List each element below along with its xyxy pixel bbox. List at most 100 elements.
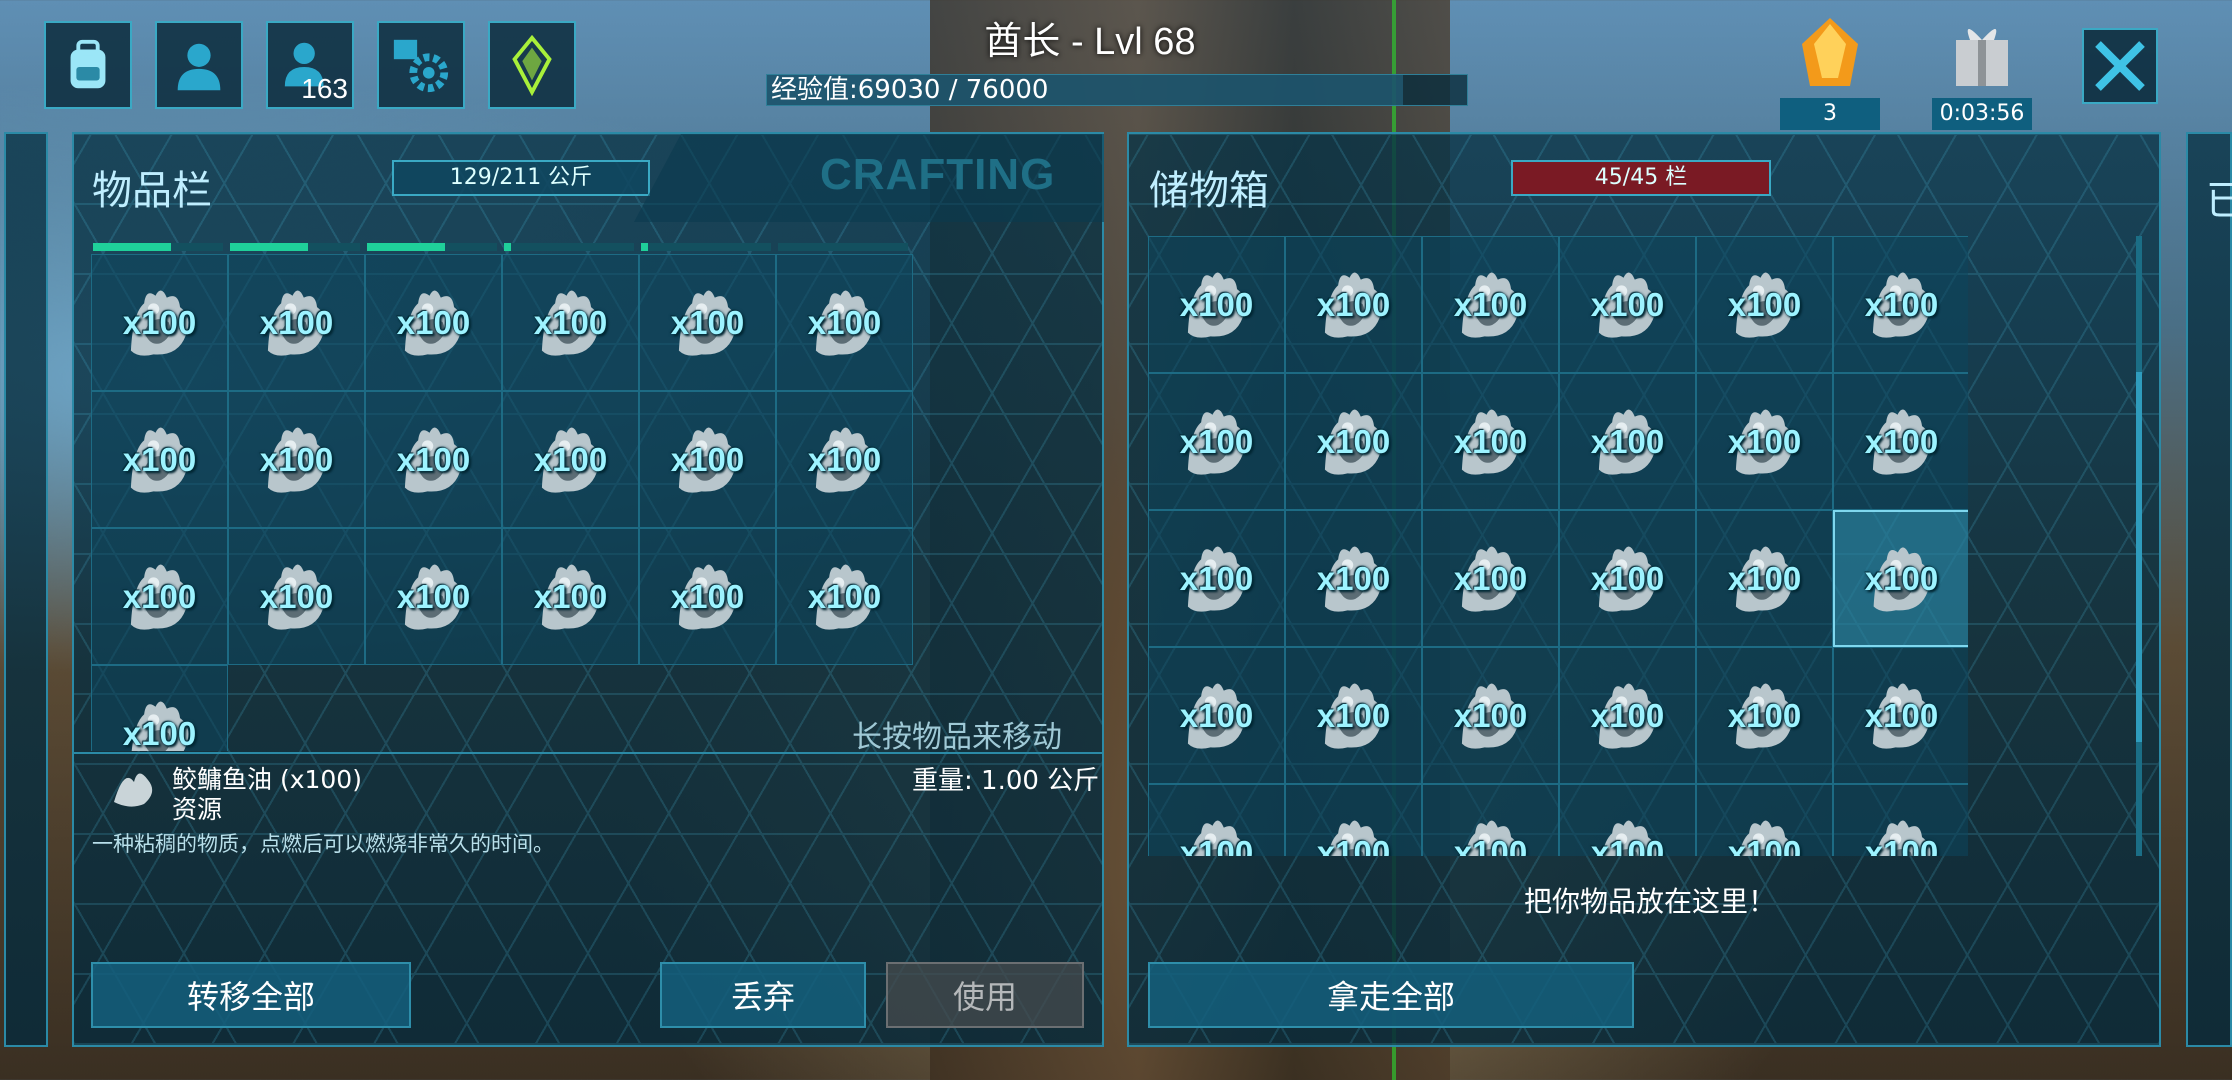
move-hint: 长按物品来移动 bbox=[852, 720, 1062, 755]
item-slot[interactable]: x100 bbox=[365, 391, 502, 528]
item-quantity: x100 bbox=[396, 303, 471, 341]
item-slot[interactable]: x100 bbox=[1696, 784, 1833, 856]
item-slot[interactable]: x100 bbox=[1148, 236, 1285, 373]
durability-fill bbox=[504, 243, 511, 251]
use-button[interactable]: 使用 bbox=[886, 962, 1084, 1028]
item-slot[interactable]: x100 bbox=[1422, 510, 1559, 647]
item-slot[interactable]: x100 bbox=[1559, 373, 1696, 510]
item-quantity: x100 bbox=[533, 303, 608, 341]
item-description: 一种粘稠的物质，点燃后可以燃烧非常久的时间。 bbox=[92, 832, 554, 856]
weight-text: 129/211 公斤 bbox=[449, 165, 593, 190]
item-slot[interactable]: x100 bbox=[1422, 236, 1559, 373]
drop-button[interactable]: 丢弃 bbox=[660, 962, 866, 1028]
item-slot[interactable]: x100 bbox=[1422, 373, 1559, 510]
person-icon bbox=[177, 43, 221, 91]
item-slot[interactable]: x100 bbox=[1148, 373, 1285, 510]
item-slot[interactable]: x100 bbox=[1559, 510, 1696, 647]
storage-scrollbar[interactable] bbox=[2136, 236, 2142, 856]
item-slot[interactable]: x100 bbox=[1285, 373, 1422, 510]
item-slot[interactable]: x100 bbox=[502, 254, 639, 391]
item-slot[interactable]: x100 bbox=[1696, 510, 1833, 647]
item-quantity: x100 bbox=[1179, 422, 1254, 460]
inventory-grid: x100 x100 x100 x100 x100 x100 x100 x100 x100 x100… bbox=[91, 254, 913, 751]
element-count: 3 bbox=[1780, 98, 1880, 130]
storage-grid[interactable]: x100 x100 x100 x100 x100 x100 x100 x100 x100 x100… bbox=[1148, 236, 1968, 856]
item-slot[interactable]: x100 bbox=[228, 391, 365, 528]
crafting-tab-label[interactable]: CRAFTING bbox=[820, 150, 1055, 200]
left-side-panel bbox=[4, 132, 48, 1047]
item-slot[interactable]: x100 bbox=[1148, 510, 1285, 647]
item-quantity: x100 bbox=[1727, 559, 1802, 597]
item-quantity: x100 bbox=[670, 577, 745, 615]
item-slot[interactable]: x100 bbox=[639, 528, 776, 665]
item-slot[interactable]: x100 bbox=[1559, 647, 1696, 784]
durability-fill bbox=[93, 243, 171, 251]
item-slot[interactable]: x100 bbox=[91, 528, 228, 665]
inventory-backpack-button[interactable] bbox=[44, 21, 132, 109]
item-slot[interactable]: x100 bbox=[502, 391, 639, 528]
item-slot[interactable]: x100 bbox=[1285, 236, 1422, 373]
item-slot[interactable]: x100 bbox=[1559, 784, 1696, 856]
item-quantity: x100 bbox=[670, 303, 745, 341]
item-slot[interactable]: x100 bbox=[1148, 647, 1285, 784]
durability-bar bbox=[641, 243, 771, 251]
item-slot[interactable]: x100 bbox=[776, 391, 913, 528]
item-slot[interactable]: x100 bbox=[91, 391, 228, 528]
item-quantity: x100 bbox=[259, 577, 334, 615]
durability-bar bbox=[504, 243, 634, 251]
storage-title: 储物箱 bbox=[1149, 168, 1269, 214]
take-all-button[interactable]: 拿走全部 bbox=[1148, 962, 1634, 1028]
item-slot[interactable]: x100 bbox=[1148, 784, 1285, 856]
item-quantity: x100 bbox=[1864, 422, 1939, 460]
item-quantity: x100 bbox=[122, 440, 197, 478]
item-quantity: x100 bbox=[807, 303, 882, 341]
item-slot[interactable]: x100 bbox=[1285, 647, 1422, 784]
item-slot[interactable]: x100 bbox=[639, 254, 776, 391]
item-slot[interactable]: x100 bbox=[1696, 236, 1833, 373]
item-slot[interactable]: x100 bbox=[639, 391, 776, 528]
item-slot[interactable]: x100 bbox=[228, 254, 365, 391]
item-slot[interactable]: x100 bbox=[228, 528, 365, 665]
item-quantity: x100 bbox=[670, 440, 745, 478]
item-slot[interactable]: x100 bbox=[1833, 510, 1968, 647]
settings-button[interactable] bbox=[377, 21, 465, 109]
item-slot[interactable]: x100 bbox=[1285, 510, 1422, 647]
item-quantity: x100 bbox=[807, 577, 882, 615]
item-quantity: x100 bbox=[122, 714, 197, 752]
fish-oil-small-icon bbox=[114, 773, 153, 807]
item-quantity: x100 bbox=[1864, 285, 1939, 323]
item-slot[interactable]: x100 bbox=[1696, 373, 1833, 510]
character-button[interactable] bbox=[155, 21, 243, 109]
element-resource[interactable]: 3 bbox=[1780, 14, 1880, 130]
item-slot[interactable]: x100 bbox=[502, 528, 639, 665]
item-quantity: x100 bbox=[1179, 285, 1254, 323]
item-slot[interactable]: x100 bbox=[1833, 236, 1968, 373]
item-quantity: x100 bbox=[1590, 833, 1665, 857]
close-button[interactable] bbox=[2082, 28, 2158, 104]
item-slot[interactable]: x100 bbox=[1559, 236, 1696, 373]
item-slot[interactable]: x100 bbox=[776, 528, 913, 665]
item-quantity: x100 bbox=[1453, 285, 1528, 323]
item-slot[interactable]: x100 bbox=[1833, 647, 1968, 784]
item-slot[interactable]: x100 bbox=[1833, 784, 1968, 856]
element-crystal-icon bbox=[1802, 18, 1858, 86]
item-slot[interactable]: x100 bbox=[365, 254, 502, 391]
item-quantity: x100 bbox=[1727, 833, 1802, 857]
item-slot[interactable]: x100 bbox=[1422, 784, 1559, 856]
item-slot[interactable]: x100 bbox=[1285, 784, 1422, 856]
transfer-all-button[interactable]: 转移全部 bbox=[91, 962, 411, 1028]
item-slot[interactable]: x100 bbox=[776, 254, 913, 391]
item-slot[interactable]: x100 bbox=[1833, 373, 1968, 510]
item-slot[interactable]: x100 bbox=[365, 528, 502, 665]
item-quantity: x100 bbox=[1590, 696, 1665, 734]
tribe-button[interactable]: 163 bbox=[266, 21, 354, 109]
item-slot[interactable]: x100 bbox=[1422, 647, 1559, 784]
gift-timer[interactable]: 0:03:56 bbox=[1932, 14, 2032, 130]
item-slot[interactable]: x100 bbox=[91, 254, 228, 391]
item-slot[interactable]: x100 bbox=[1696, 647, 1833, 784]
item-slot[interactable]: x100 bbox=[91, 665, 228, 751]
item-quantity: x100 bbox=[1179, 696, 1254, 734]
capacity-text: 45/45 栏 bbox=[1594, 165, 1688, 190]
storage-scroll-thumb[interactable] bbox=[2136, 372, 2142, 742]
engrams-button[interactable] bbox=[488, 21, 576, 109]
